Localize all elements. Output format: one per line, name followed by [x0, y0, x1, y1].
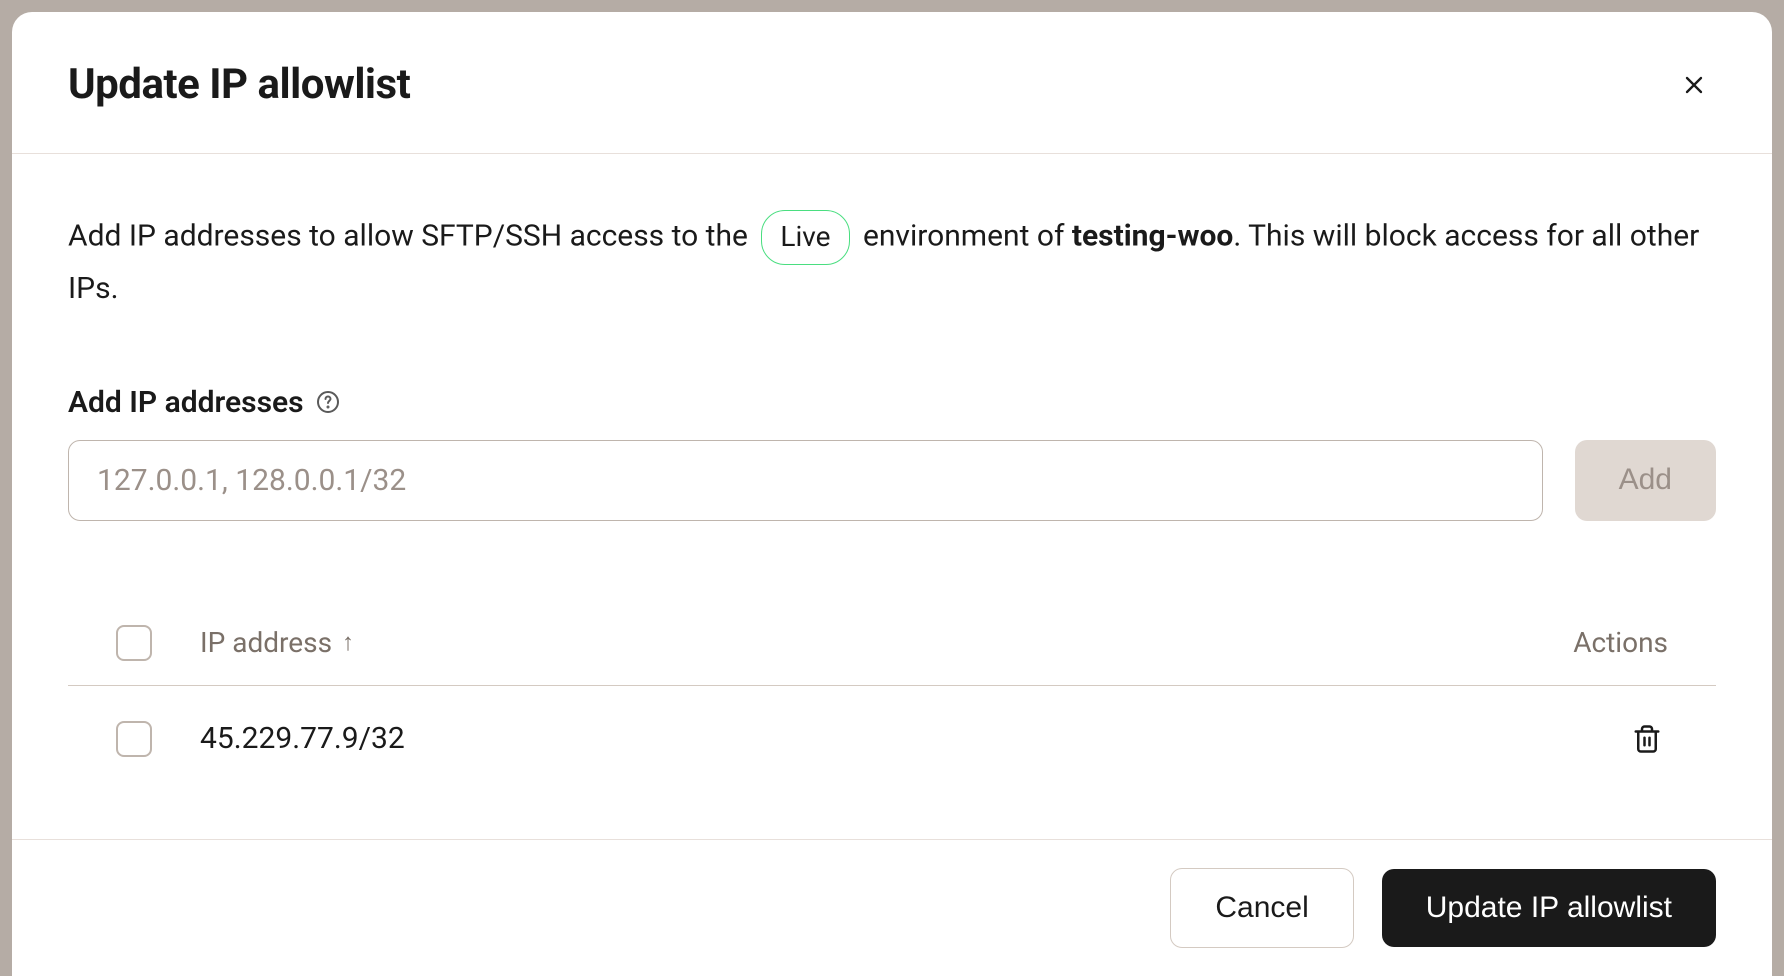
column-ip-label: IP address	[200, 626, 332, 659]
trash-icon	[1632, 724, 1662, 754]
modal-title: Update IP allowlist	[68, 60, 410, 109]
ip-table: IP address ↑ Actions 45.229.77.9/32	[68, 601, 1716, 792]
select-all-checkbox[interactable]	[116, 625, 152, 661]
delete-button[interactable]	[1626, 718, 1668, 760]
environment-badge: Live	[761, 210, 849, 265]
modal-header: Update IP allowlist	[12, 12, 1772, 154]
modal-footer: Cancel Update IP allowlist	[12, 839, 1772, 976]
ip-address-value: 45.229.77.9/32	[200, 721, 1626, 756]
site-name: testing-woo	[1072, 218, 1234, 253]
field-label-text: Add IP addresses	[68, 385, 304, 420]
sort-arrow-icon: ↑	[342, 628, 354, 657]
help-icon[interactable]	[316, 390, 340, 414]
close-button[interactable]	[1672, 63, 1716, 107]
table-row: 45.229.77.9/32	[68, 686, 1716, 792]
add-button[interactable]: Add	[1575, 440, 1716, 521]
submit-button[interactable]: Update IP allowlist	[1382, 869, 1716, 947]
close-icon	[1680, 71, 1708, 99]
ip-address-input[interactable]	[68, 440, 1543, 521]
column-ip-header[interactable]: IP address ↑	[200, 626, 1573, 659]
description-mid: environment of	[856, 218, 1072, 253]
modal-body: Add IP addresses to allow SFTP/SSH acces…	[12, 154, 1772, 839]
column-actions-header: Actions	[1573, 626, 1668, 659]
ip-allowlist-modal: Update IP allowlist Add IP addresses to …	[12, 12, 1772, 976]
cancel-button[interactable]: Cancel	[1170, 868, 1353, 948]
row-checkbox[interactable]	[116, 721, 152, 757]
add-ip-label: Add IP addresses	[68, 385, 1716, 420]
table-header: IP address ↑ Actions	[68, 601, 1716, 686]
description-prefix: Add IP addresses to allow SFTP/SSH acces…	[68, 218, 755, 253]
input-row: Add	[68, 440, 1716, 521]
description-text: Add IP addresses to allow SFTP/SSH acces…	[68, 210, 1716, 313]
